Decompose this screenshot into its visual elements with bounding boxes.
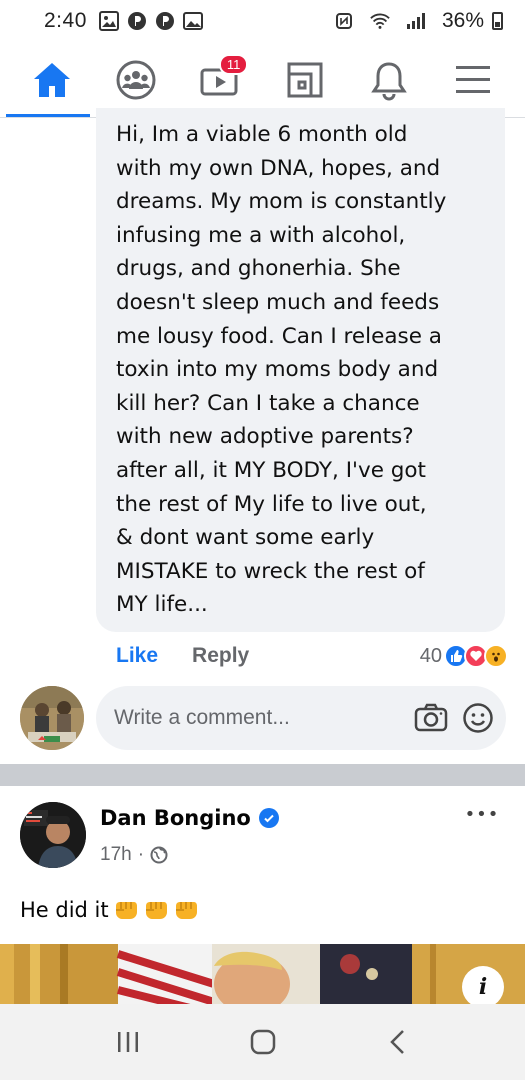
home-icon — [34, 63, 71, 97]
home-button-icon — [250, 1029, 275, 1055]
home-button[interactable] — [233, 1012, 293, 1072]
photo-gallery-icon — [98, 11, 119, 31]
bell-icon — [370, 62, 407, 101]
post-meta: 17h · — [100, 844, 168, 866]
status-bar: 2:40 36% — [0, 0, 525, 42]
meta-separator: · — [137, 844, 145, 865]
nfc-icon — [334, 11, 354, 31]
recents-icon — [117, 1032, 138, 1052]
comment-text: Hi, Im a viable 6 month old with my own … — [116, 122, 447, 618]
tab-groups[interactable] — [106, 50, 166, 110]
reactions-summary[interactable]: 40 — [420, 644, 508, 668]
image-icon — [182, 11, 203, 31]
globe-icon — [150, 846, 168, 864]
feed-separator — [0, 764, 525, 786]
post-author-name[interactable]: Dan Bongino — [100, 806, 251, 830]
post-author[interactable]: Dan Bongino — [100, 806, 279, 830]
write-comment-actions — [414, 702, 494, 734]
write-comment-field[interactable]: Write a comment... — [96, 686, 506, 750]
battery-icon — [492, 12, 503, 30]
tab-pages[interactable] — [275, 50, 335, 110]
post-time[interactable]: 17h — [100, 844, 132, 866]
groups-icon — [116, 60, 156, 100]
reply-button[interactable]: Reply — [192, 644, 249, 668]
tab-watch[interactable]: 11 — [190, 50, 250, 110]
post-body: He did it — [20, 898, 109, 922]
camera-icon[interactable] — [414, 703, 448, 733]
tab-menu[interactable] — [443, 50, 503, 110]
signal-icon — [406, 11, 426, 31]
tab-home[interactable] — [22, 50, 82, 110]
back-button[interactable] — [368, 1012, 428, 1072]
oncoming-fist-icon — [145, 902, 167, 919]
verified-badge-icon — [258, 808, 279, 828]
wow-reaction-icon — [484, 644, 508, 668]
pages-icon — [287, 62, 323, 98]
more-dots: ••• — [464, 803, 500, 825]
pandora-icon — [127, 11, 147, 31]
status-time: 2:40 — [44, 9, 87, 32]
comment-actions: Like Reply 40 — [116, 640, 508, 672]
comment-bubble: Hi, Im a viable 6 month old with my own … — [96, 108, 505, 632]
info-icon[interactable]: i — [462, 966, 504, 1008]
top-navigation: 11 — [0, 42, 525, 118]
post-author-avatar[interactable] — [20, 802, 86, 868]
pandora-icon — [155, 11, 175, 31]
write-comment-placeholder: Write a comment... — [114, 706, 290, 729]
post-image[interactable] — [0, 944, 525, 1004]
tab-notifications[interactable] — [359, 50, 419, 110]
wifi-icon — [370, 11, 390, 31]
watch-badge: 11 — [218, 54, 249, 75]
recents-button[interactable] — [98, 1012, 158, 1072]
hamburger-menu-icon — [455, 66, 490, 93]
back-icon — [389, 1030, 404, 1054]
reaction-count: 40 — [419, 644, 442, 667]
current-user-avatar[interactable] — [20, 686, 84, 750]
emoji-icon[interactable] — [462, 702, 494, 734]
system-navigation-bar — [0, 1004, 525, 1080]
post-text: He did it — [20, 898, 199, 922]
post-more-options-icon[interactable]: ••• — [462, 800, 502, 828]
oncoming-fist-icon — [115, 902, 137, 919]
like-button[interactable]: Like — [116, 644, 158, 668]
oncoming-fist-icon — [175, 902, 197, 919]
battery-percent: 36% — [441, 9, 484, 32]
